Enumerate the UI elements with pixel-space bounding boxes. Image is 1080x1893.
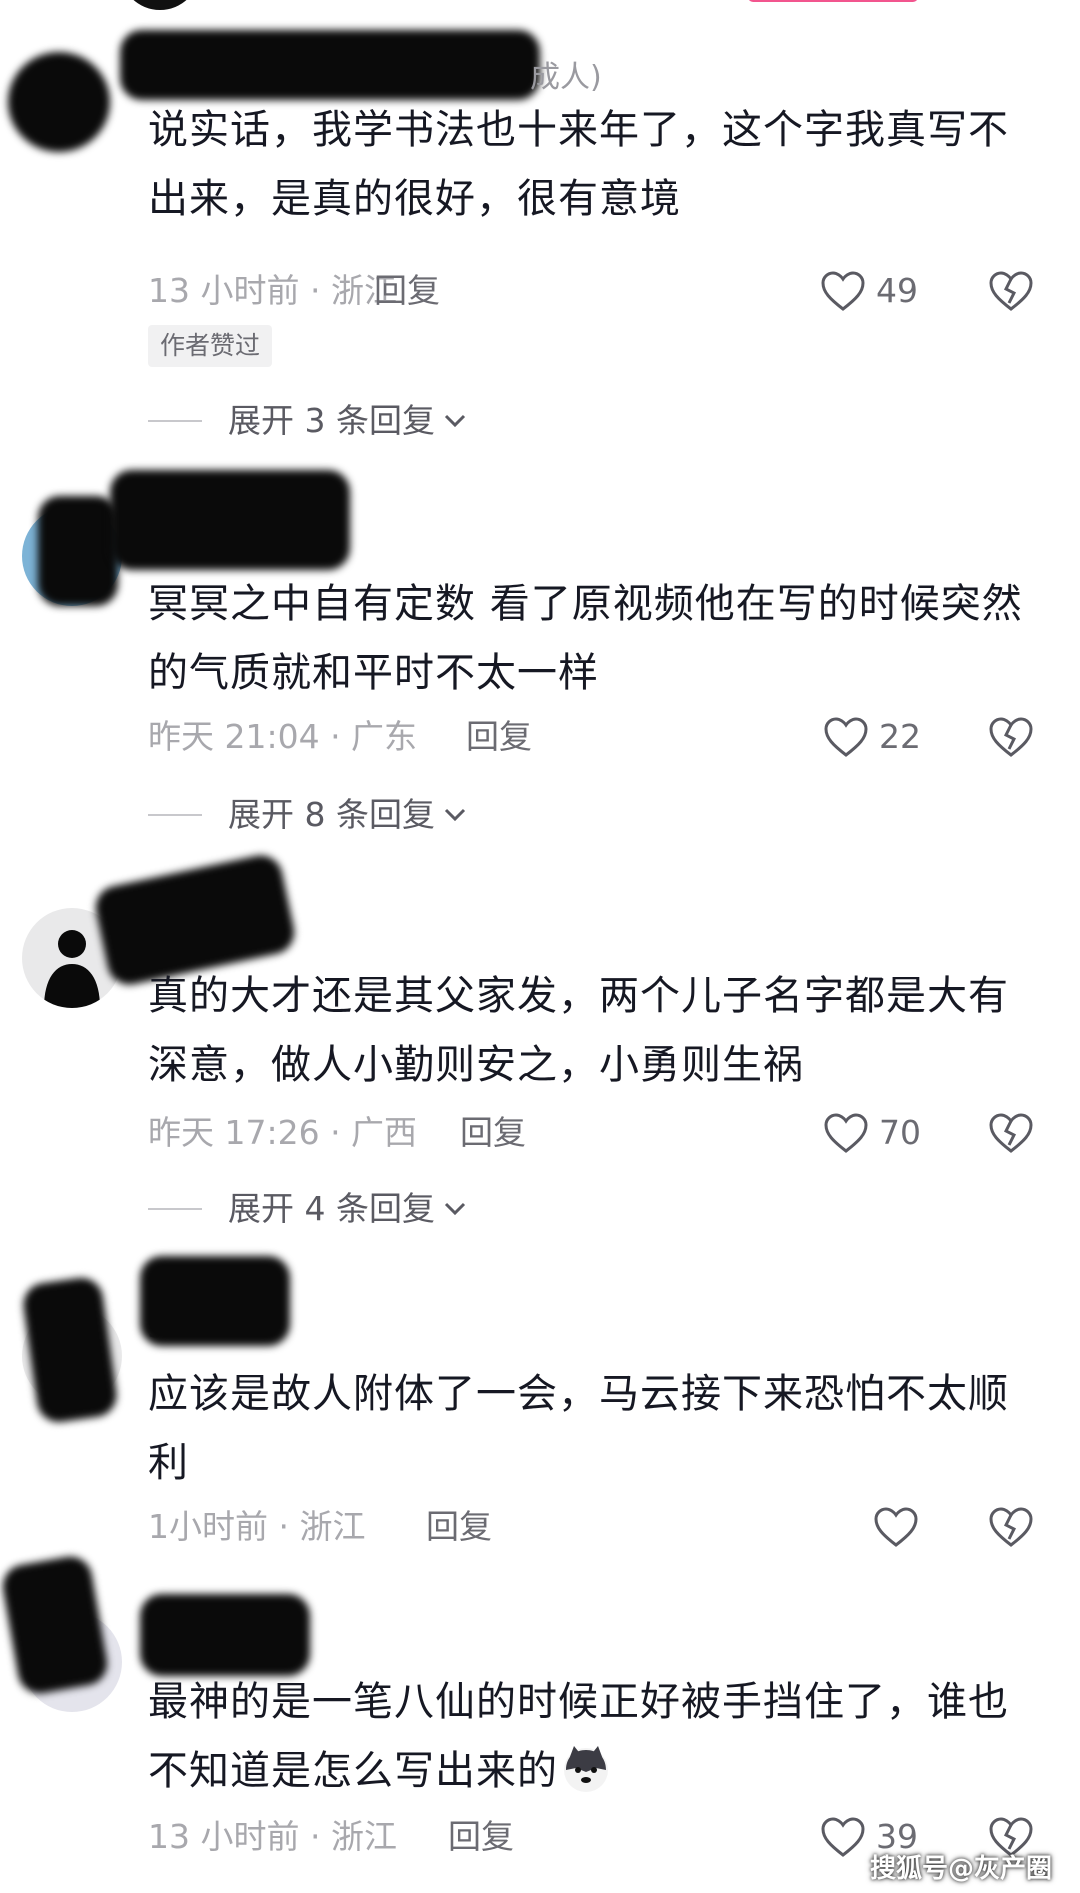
redacted-username <box>140 1256 290 1346</box>
comment-meta: 昨天 17:26 · 广西 回复 70 <box>148 1108 1048 1158</box>
chevron-down-icon <box>444 414 466 428</box>
watermark: 搜狐号@灰产圈 <box>869 1854 1052 1884</box>
like-count: 22 <box>879 717 921 756</box>
expand-replies-button[interactable]: 展开 8 条回复 <box>148 790 467 840</box>
highlight-pill <box>748 0 918 2</box>
redacted-avatar <box>0 1553 111 1697</box>
divider-line <box>148 420 202 422</box>
username-suffix: 成人) <box>530 60 602 95</box>
comment-time-location: 13 小时前 · 浙江 <box>148 1817 397 1856</box>
redacted-username <box>110 470 350 570</box>
redacted-avatar <box>20 1275 120 1425</box>
comment-meta: 昨天 21:04 · 广东 回复 22 <box>148 712 1048 762</box>
reply-button[interactable]: 回复 <box>466 712 532 762</box>
reply-button[interactable]: 回复 <box>374 266 440 316</box>
redacted-avatar <box>38 496 118 606</box>
heart-outline-icon <box>824 1113 868 1153</box>
comment-text: 说实话，我学书法也十来年了，这个字我真写不出来，是真的很好，很有意境 <box>148 107 1009 222</box>
expand-replies-button[interactable]: 展开 4 条回复 <box>148 1184 467 1234</box>
divider-line <box>148 1208 202 1210</box>
comment-time-location: 昨天 17:26 · 广西 <box>148 1113 418 1152</box>
person-silhouette-icon <box>44 930 100 1008</box>
reply-button[interactable]: 回复 <box>426 1502 492 1552</box>
heart-outline-icon <box>824 717 868 757</box>
expand-replies-label: 展开 8 条回复 <box>228 795 435 834</box>
broken-heart-icon[interactable] <box>988 1504 1034 1550</box>
heart-outline-icon <box>821 1817 865 1857</box>
divider-line <box>148 814 202 816</box>
like-button[interactable]: 49 <box>820 266 918 316</box>
comment-text: 应该是故人附体了一会，马云接下来恐怕不太顺利 <box>148 1371 1009 1486</box>
chevron-down-icon <box>444 808 466 822</box>
expand-replies-label: 展开 3 条回复 <box>228 401 435 440</box>
comment-meta: 13 小时前 · 浙江 回复 49 <box>148 266 1048 316</box>
comment-text: 冥冥之中自有定数 看了原视频他在写的时候突然的气质就和平时不太一样 <box>148 581 1023 696</box>
like-count: 70 <box>879 1113 921 1152</box>
comment-meta: 1小时前 · 浙江 回复 <box>148 1502 1048 1552</box>
redacted-username <box>140 1594 310 1676</box>
like-count: 49 <box>876 271 918 310</box>
broken-heart-icon[interactable] <box>988 268 1034 314</box>
comment-list: 成人) 说实话，我学书法也十来年了，这个字我真写不出来，是真的很好，很有意境 1… <box>0 0 1080 1893</box>
reply-button[interactable]: 回复 <box>448 1812 514 1862</box>
broken-heart-icon[interactable] <box>988 1110 1034 1156</box>
redacted-username <box>120 30 540 100</box>
broken-heart-icon[interactable] <box>988 714 1034 760</box>
comment-time-location: 昨天 21:04 · 广东 <box>148 717 418 756</box>
heart-outline-icon <box>821 271 865 311</box>
author-liked-badge: 作者赞过 <box>148 325 273 367</box>
comment-text: 最神的是一笔八仙的时候正好被手挡住了，谁也不知道是怎么写出来的 <box>148 1668 1028 1806</box>
chevron-down-icon <box>444 1202 466 1216</box>
expand-replies-label: 展开 4 条回复 <box>228 1189 435 1228</box>
like-button[interactable] <box>873 1502 929 1552</box>
like-button[interactable]: 70 <box>823 1108 921 1158</box>
heart-outline-icon <box>874 1507 918 1547</box>
expand-replies-button[interactable]: 展开 3 条回复 <box>148 396 467 446</box>
reply-button[interactable]: 回复 <box>460 1108 526 1158</box>
redacted-avatar[interactable] <box>8 52 110 152</box>
comment-time-location: 1小时前 · 浙江 <box>148 1507 366 1546</box>
like-button[interactable]: 22 <box>823 712 921 762</box>
comment-text: 真的大才还是其父家发，两个儿子名字都是大有深意，做人小勤则安之，小勇则生祸 <box>148 973 1009 1088</box>
dog-emoji-icon <box>564 1746 608 1792</box>
comment-time-location: 13 小时前 · 浙江 <box>148 271 397 310</box>
avatar[interactable] <box>120 0 200 10</box>
